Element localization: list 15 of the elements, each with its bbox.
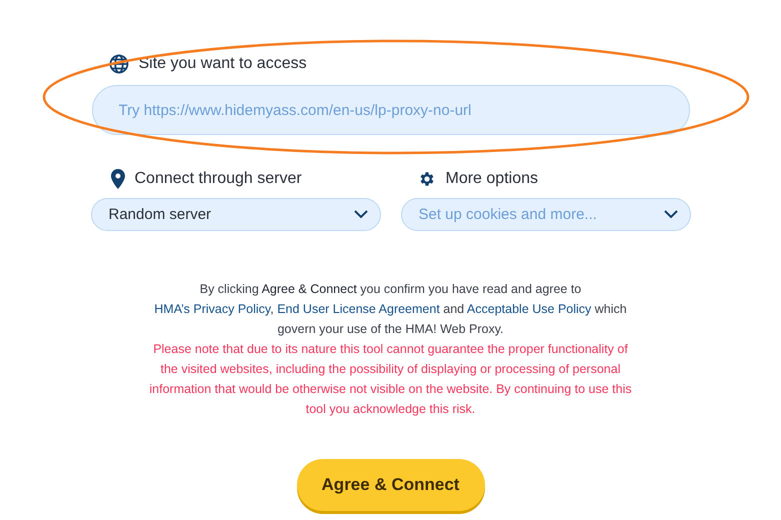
consent-text: By clicking Agree & Connect you confirm you have read and agree to HMA’s Privacy Policy, End User License Agreement and Acceptable Use Policy which govern your use of the HMA! Web Proxy.: [153, 281, 628, 338]
policy-link[interactable]: End User License Agreement: [277, 302, 440, 316]
location-pin-icon: [110, 169, 124, 189]
policy-link[interactable]: HMA’s Privacy Policy: [154, 302, 270, 316]
agree-connect-button[interactable]: Agree & Connect: [296, 459, 484, 511]
field-label: More options: [446, 170, 538, 188]
policy-link[interactable]: Acceptable Use Policy: [466, 302, 592, 316]
server-dropdown[interactable]: Random server: [90, 198, 380, 231]
warning-text: Please note that due to its nature this tool cannot guarantee the proper functionality of the visited websites, including the possibility of displaying or processing of personal information that would be otherwise not visible on the website. By continuing to use this tool you acknowledge this risk.: [148, 341, 633, 418]
field-label: Connect through server: [134, 170, 302, 188]
globe-icon: [108, 54, 128, 74]
chevron-down-icon: [664, 210, 678, 219]
chevron-down-icon: [354, 210, 368, 219]
url-input-field[interactable]: Try https://www.hidemyass.com/en-us/lp-proxy-no-url: [92, 85, 690, 135]
settings-icon: [418, 170, 436, 188]
